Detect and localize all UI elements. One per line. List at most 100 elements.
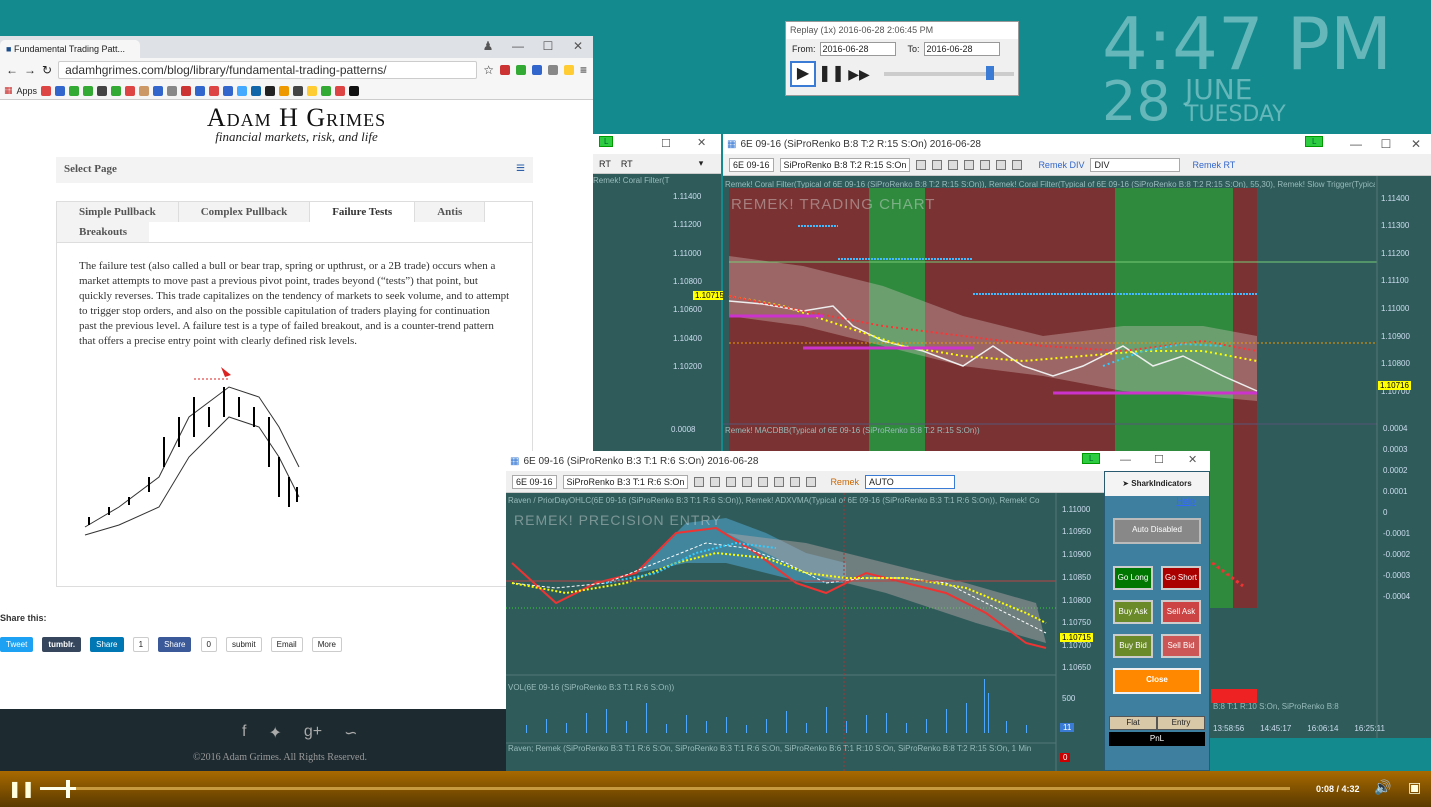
bookmark-icon[interactable] xyxy=(195,85,206,96)
facebook-share-button[interactable]: Share xyxy=(158,637,192,652)
extension-icon[interactable] xyxy=(547,65,558,75)
reload-icon[interactable]: ↻ xyxy=(42,63,52,77)
rt-dropdown[interactable]: RT xyxy=(621,159,633,169)
pencil-icon[interactable] xyxy=(710,476,721,487)
minimize-icon[interactable]: — xyxy=(1120,454,1131,466)
bookmark-icon[interactable] xyxy=(349,85,360,96)
bookmark-icon[interactable] xyxy=(223,85,234,96)
properties-icon[interactable] xyxy=(806,476,817,487)
volume-icon[interactable]: 🔊 xyxy=(1374,779,1391,796)
minimize-icon[interactable]: — xyxy=(1341,134,1371,154)
buy-ask-button[interactable]: Buy Ask xyxy=(1113,600,1153,624)
apps-label[interactable]: Apps xyxy=(17,86,38,96)
extension-icon[interactable] xyxy=(499,65,510,75)
close-icon[interactable]: ✕ xyxy=(1401,134,1431,154)
extension-icon[interactable] xyxy=(515,65,526,75)
progress-track[interactable] xyxy=(40,787,1290,790)
bookmark-icon[interactable] xyxy=(83,85,94,96)
sell-bid-button[interactable]: Sell Bid xyxy=(1161,634,1201,658)
address-bar[interactable]: adamhgrimes.com/blog/library/fundamental… xyxy=(58,61,478,79)
help-link[interactable]: Help xyxy=(1105,496,1209,512)
pause-icon[interactable]: ❚❚ xyxy=(8,779,35,799)
bookmark-icon[interactable] xyxy=(237,85,248,96)
bar-type-dropdown[interactable]: SiProRenko B:3 T:1 R:6 S:On xyxy=(562,474,689,489)
google-plus-icon[interactable]: g+ xyxy=(304,723,322,743)
magnet-icon[interactable] xyxy=(726,476,737,487)
bookmark-icon[interactable] xyxy=(181,85,192,96)
select-page-menu[interactable]: Select Page ≡ xyxy=(56,157,533,183)
maximize-icon[interactable]: ☐ xyxy=(1371,134,1401,154)
bars-icon[interactable] xyxy=(916,159,927,170)
speed-slider[interactable] xyxy=(884,66,1014,80)
reddit-submit-button[interactable]: submit xyxy=(226,637,262,652)
strategies-icon[interactable] xyxy=(996,159,1007,170)
go-long-button[interactable]: Go Long xyxy=(1113,566,1153,590)
hamburger-icon[interactable]: ≡ xyxy=(516,160,525,178)
indicators-icon[interactable] xyxy=(980,159,991,170)
pencil-icon[interactable] xyxy=(932,159,943,170)
close-icon[interactable]: ✕ xyxy=(1188,453,1197,466)
gmail-icon[interactable] xyxy=(41,85,52,96)
email-button[interactable]: Email xyxy=(270,637,303,652)
bookmark-icon[interactable] xyxy=(69,85,80,96)
magnet-icon[interactable] xyxy=(948,159,959,170)
instrument-dropdown[interactable]: 6E 09-16 xyxy=(512,474,557,489)
div-dropdown[interactable]: DIV xyxy=(1090,157,1181,172)
twitter-icon[interactable]: ✦ xyxy=(268,723,281,743)
bookmark-icon[interactable] xyxy=(335,85,346,96)
to-date-picker[interactable]: 2016-06-28 xyxy=(923,42,1000,56)
bookmark-icon[interactable] xyxy=(55,85,66,96)
tab-simple-pullback[interactable]: Simple Pullback xyxy=(57,202,179,222)
from-date-picker[interactable]: 2016-06-28 xyxy=(819,42,896,56)
tumblr-button[interactable]: tumblr. xyxy=(42,637,82,652)
linkedin-share-button[interactable]: Share xyxy=(90,637,124,652)
auto-dropdown[interactable]: AUTO xyxy=(864,474,955,489)
tab-complex-pullback[interactable]: Complex Pullback xyxy=(178,202,311,222)
progress-handle[interactable] xyxy=(66,780,70,798)
extension-icon[interactable] xyxy=(563,65,574,75)
tab-failure-tests[interactable]: Failure Tests xyxy=(310,202,416,222)
bookmark-icon[interactable] xyxy=(167,85,178,96)
bookmark-icon[interactable] xyxy=(125,85,136,96)
bookmark-icon[interactable] xyxy=(265,85,276,96)
bookmark-icon[interactable] xyxy=(307,85,318,96)
strategies-icon[interactable] xyxy=(790,476,801,487)
forward-icon[interactable]: → xyxy=(24,63,36,77)
indicators-icon[interactable] xyxy=(774,476,785,487)
maximize-icon[interactable]: ☐ xyxy=(661,137,671,150)
zoom-icon[interactable] xyxy=(758,476,769,487)
menu-icon[interactable]: ≡ xyxy=(580,63,587,77)
more-button[interactable]: More xyxy=(311,637,342,652)
minimize-icon[interactable]: — xyxy=(503,36,533,56)
extension-icon[interactable] xyxy=(531,65,542,75)
bookmark-icon[interactable] xyxy=(293,85,304,96)
chevron-down-icon[interactable]: ▾ xyxy=(699,158,704,169)
back-icon[interactable]: ← xyxy=(6,63,18,77)
bookmark-icon[interactable] xyxy=(111,85,122,96)
facebook-icon[interactable]: f xyxy=(242,723,246,743)
bookmark-icon[interactable] xyxy=(251,85,262,96)
tab-antis[interactable]: Antis xyxy=(415,202,486,222)
close-icon[interactable]: ✕ xyxy=(697,136,706,149)
close-position-button[interactable]: Close xyxy=(1113,668,1201,694)
maximize-icon[interactable]: ☐ xyxy=(533,36,563,56)
play-button[interactable]: ▶ xyxy=(790,61,816,87)
buy-bid-button[interactable]: Buy Bid xyxy=(1113,634,1153,658)
star-icon[interactable]: ☆ xyxy=(483,63,494,77)
go-short-button[interactable]: Go Short xyxy=(1161,566,1201,590)
bookmark-icon[interactable] xyxy=(279,85,290,96)
user-icon[interactable]: ♟ xyxy=(473,36,503,56)
bookmark-icon[interactable] xyxy=(153,85,164,96)
browser-tab[interactable]: ■ Fundamental Trading Patt... xyxy=(0,40,140,58)
auto-disabled-button[interactable]: Auto Disabled xyxy=(1113,518,1201,544)
zoom-icon[interactable] xyxy=(964,159,975,170)
bookmark-icon[interactable] xyxy=(139,85,150,96)
tweet-button[interactable]: Tweet xyxy=(0,637,34,652)
bookmark-icon[interactable] xyxy=(321,85,332,96)
rss-icon[interactable]: ∽ xyxy=(344,723,357,743)
properties-icon[interactable] xyxy=(1012,159,1023,170)
bookmark-icon[interactable] xyxy=(209,85,220,96)
maximize-icon[interactable]: ☐ xyxy=(1154,453,1164,466)
crosshair-icon[interactable] xyxy=(742,476,753,487)
bar-type-dropdown[interactable]: SiProRenko B:8 T:2 R:15 S:On xyxy=(779,157,911,172)
